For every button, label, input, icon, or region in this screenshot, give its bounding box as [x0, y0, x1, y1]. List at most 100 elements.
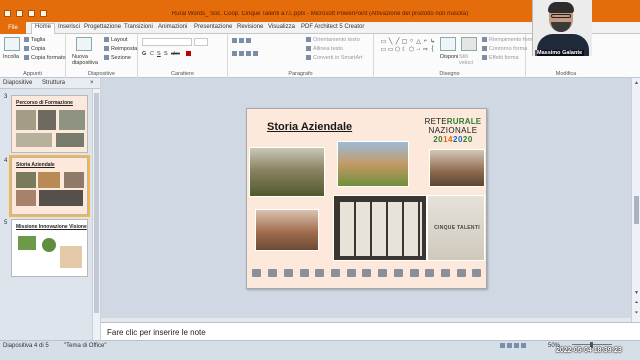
pentagon-shape-icon[interactable]: ⬠ [394, 46, 401, 54]
bullets-button[interactable] [232, 38, 253, 44]
tab-slideshow[interactable]: Presentazione [194, 24, 232, 30]
format-painter-button[interactable]: Copia formato [24, 55, 66, 61]
arrow-shape-icon[interactable]: → [415, 46, 422, 54]
editor-scroll-thumb[interactable] [634, 196, 639, 224]
elbow-shape-icon[interactable]: ↳ [429, 38, 436, 46]
section-label: Sezione [111, 55, 131, 61]
rectangle-shape-icon[interactable]: ▭ [380, 38, 387, 46]
font-color-button[interactable] [186, 51, 193, 57]
brace-shape-icon[interactable]: { [429, 46, 436, 54]
thumb-title-5: Missione Innovazione Visione [16, 224, 87, 230]
strikethrough-button[interactable]: abc [171, 51, 180, 57]
tab-pdf-architect[interactable]: PDF Architect 5 Creator [301, 24, 364, 30]
tab-file[interactable]: File [0, 22, 26, 34]
photo-farmhouse[interactable] [337, 141, 409, 187]
block-arrow-shape-icon[interactable]: ⇨ [422, 46, 429, 54]
shapes-gallery[interactable]: ▭ ╲ ╱ ▢ ○ △ ⌐ ↳ ▭ ▭ ⬠ ☾ ⬡ → ⇨ { [380, 38, 436, 64]
slide-thumbnail-3[interactable]: Percorso di Formazione [11, 95, 88, 153]
tab-view[interactable]: Visualizza [268, 24, 295, 30]
thumb-photo [39, 190, 83, 206]
rounded-rect-shape-icon[interactable]: ▢ [401, 38, 408, 46]
text-direction-button[interactable]: Orientamento testo [306, 37, 360, 43]
font-size-combo[interactable] [194, 38, 208, 46]
arrange-button[interactable]: Disponi [440, 54, 458, 60]
slide-thumbnail-5[interactable]: Missione Innovazione Visione [11, 219, 88, 277]
thumbnail-scroll-thumb[interactable] [94, 93, 99, 313]
rectangle-shape-icon-2[interactable]: ▭ [380, 46, 387, 54]
scroll-down-icon[interactable]: ▼ [633, 290, 640, 296]
font-name-combo[interactable] [142, 38, 192, 46]
align-buttons[interactable] [232, 51, 260, 57]
close-panel-icon[interactable]: × [90, 80, 94, 86]
line-shape-icon-2[interactable]: ╱ [394, 38, 401, 46]
align-text-button[interactable]: Allinea testo [306, 46, 343, 52]
tab-slides-panel[interactable]: Diapositive [3, 80, 32, 86]
sorter-view-icon[interactable] [507, 343, 512, 348]
app-icon[interactable] [4, 10, 11, 17]
photo-wine-shelves[interactable] [333, 195, 427, 261]
reading-view-icon[interactable] [514, 343, 519, 348]
copy-button[interactable]: Copia [24, 46, 45, 52]
tab-animations[interactable]: Animazioni [158, 24, 187, 30]
normal-view-icon[interactable] [500, 343, 505, 348]
oval-shape-icon[interactable]: ○ [408, 38, 415, 46]
arrange-icon[interactable] [440, 37, 456, 51]
shadow-button[interactable]: S [164, 51, 168, 57]
new-slide-button[interactable]: Nuova diapositiva [72, 54, 98, 66]
effects-icon [482, 55, 487, 61]
shape-effects-button[interactable]: Effetti forma [482, 55, 519, 61]
slideshow-view-icon[interactable] [521, 343, 526, 348]
hexagon-shape-icon[interactable]: ⬡ [408, 46, 415, 54]
photo-interior[interactable] [429, 149, 485, 187]
photo-cellar[interactable] [255, 209, 319, 251]
previous-slide-icon[interactable]: ⏶ [633, 300, 640, 306]
editor-vertical-scrollbar[interactable]: ▲ ▼ ⏶ ⏷ [631, 78, 640, 322]
tab-design[interactable]: Progettazione [84, 24, 121, 30]
thumb-title-4: Storia Aziendale [16, 162, 55, 168]
tab-transitions[interactable]: Transizioni [124, 24, 153, 30]
tab-review[interactable]: Revisione [237, 24, 263, 30]
title-bar-right [592, 0, 640, 22]
section-button[interactable]: Sezione [104, 55, 131, 61]
thumb-image [60, 246, 82, 268]
slide-thumbnail-4[interactable]: Storia Aziendale [9, 155, 90, 217]
moon-shape-icon[interactable]: ☾ [401, 46, 408, 54]
redo-icon[interactable] [40, 10, 47, 17]
tab-home[interactable]: Home [31, 23, 56, 34]
thumbnail-scrollbar[interactable] [92, 89, 100, 340]
photo-castle[interactable] [249, 147, 325, 197]
editing-group-label: Modifica [555, 71, 577, 77]
reset-button[interactable]: Reimposta [104, 46, 137, 52]
undo-icon[interactable] [28, 10, 35, 17]
triangle-shape-icon[interactable]: △ [415, 38, 422, 46]
paragraph-group-label: Paragrafo [288, 71, 313, 77]
paste-button[interactable]: Incolla [3, 54, 19, 60]
connector-shape-icon[interactable]: ⌐ [422, 38, 429, 46]
window-title: Rural Words_ Soc. Coop. Cinque Talenti a… [171, 11, 469, 17]
italic-button[interactable]: C [150, 51, 154, 57]
paste-icon[interactable] [4, 37, 20, 51]
tab-outline-panel[interactable]: Struttura [42, 80, 65, 86]
smartart-button[interactable]: Converti in SmartArt [306, 55, 363, 61]
next-slide-icon[interactable]: ⏷ [633, 310, 640, 316]
shape-outline-button[interactable]: Contorno forma [482, 46, 527, 52]
quick-styles-icon[interactable] [461, 37, 477, 51]
slide-canvas[interactable]: Storia Aziendale RETERURALE NAZIONALE 20… [246, 108, 487, 289]
partner-logo-icon [362, 269, 372, 277]
new-slide-icon[interactable] [76, 37, 92, 51]
scroll-up-icon[interactable]: ▲ [633, 80, 640, 86]
quick-styles-button[interactable]: Stili veloci [459, 54, 479, 66]
bold-button[interactable]: G [142, 51, 146, 57]
thumb-photo [38, 172, 60, 188]
underline-button[interactable]: S [157, 51, 161, 57]
slide-title[interactable]: Storia Aziendale [267, 121, 352, 133]
cut-button[interactable]: Taglia [24, 37, 45, 43]
layout-button[interactable]: Layout [104, 37, 128, 43]
rectangle-shape-icon-3[interactable]: ▭ [387, 46, 394, 54]
save-icon[interactable] [16, 10, 23, 17]
thumb-title-3: Percorso di Formazione [16, 100, 73, 106]
notes-pane[interactable]: Fare clic per inserire le note [101, 322, 640, 340]
tab-insert[interactable]: Inserisci [58, 24, 80, 30]
line-shape-icon[interactable]: ╲ [387, 38, 394, 46]
view-buttons[interactable] [500, 343, 528, 349]
